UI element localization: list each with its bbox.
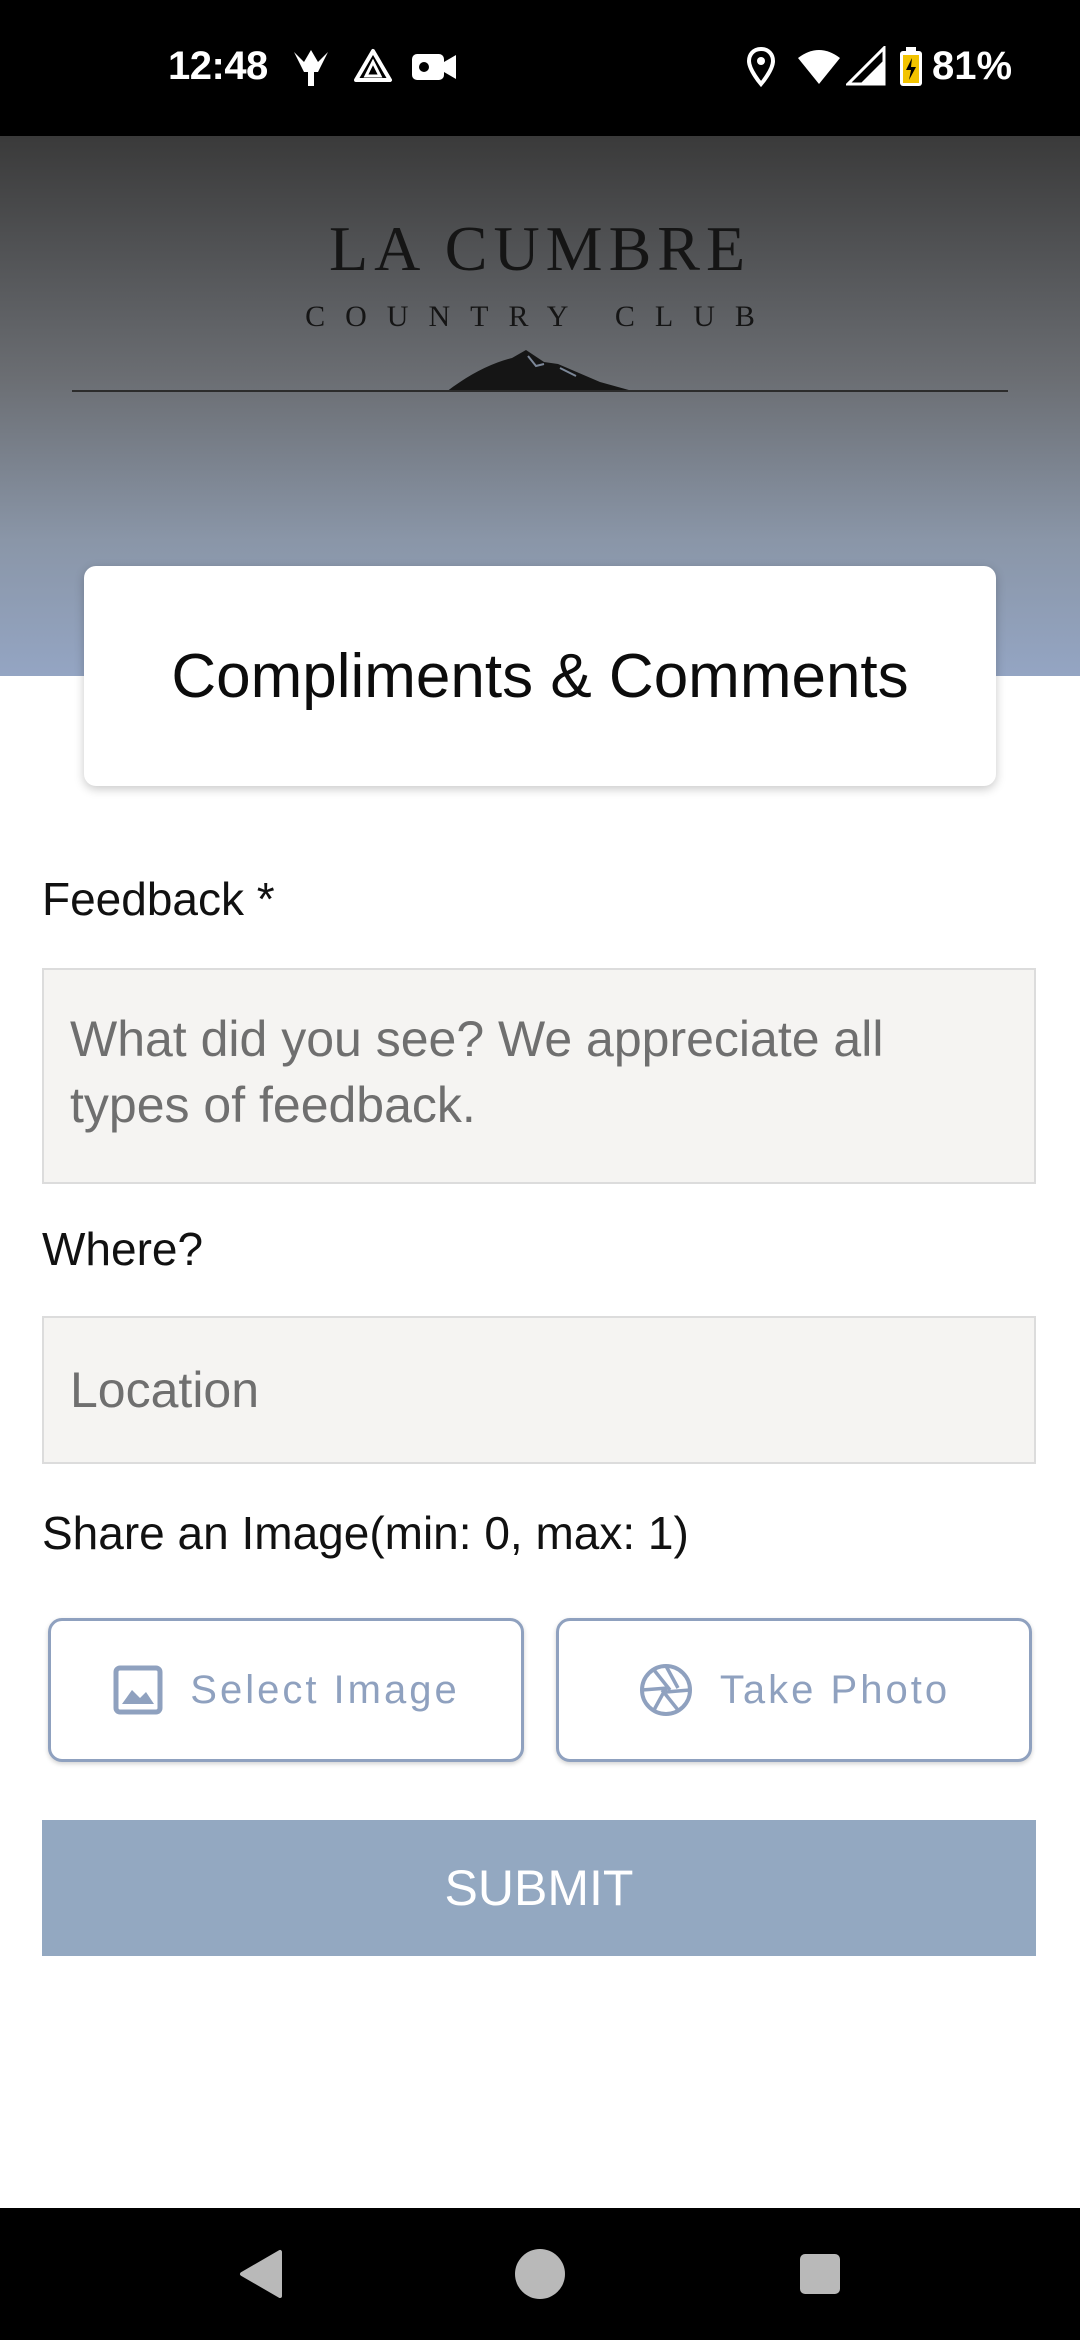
home-button[interactable] <box>500 2208 580 2340</box>
recents-button[interactable] <box>780 2208 860 2340</box>
logo-divider <box>72 390 1008 392</box>
recents-icon <box>800 2254 840 2294</box>
select-image-label: Select Image <box>190 1667 460 1712</box>
where-label: Where? <box>42 1223 204 1275</box>
notification-icon <box>290 46 332 93</box>
title-card: Compliments & Comments <box>84 566 996 786</box>
battery-icon <box>898 46 924 93</box>
video-icon <box>410 46 458 93</box>
take-photo-label: Take Photo <box>719 1667 951 1712</box>
submit-button[interactable]: SUBMIT <box>42 1820 1036 1956</box>
signal-icon <box>844 44 886 93</box>
select-image-button[interactable]: Select Image <box>48 1618 524 1762</box>
status-bar: 12:48 81% <box>0 0 1080 136</box>
back-icon <box>240 2250 282 2298</box>
feedback-label: Feedback * <box>42 873 275 925</box>
location-icon <box>746 46 776 93</box>
mountain-logo-icon <box>446 350 636 392</box>
logo-title: LA CUMBRE <box>328 213 752 284</box>
battery-percentage: 81% <box>932 44 1013 88</box>
back-button[interactable] <box>220 2208 300 2340</box>
wifi-icon <box>796 46 842 93</box>
location-input[interactable] <box>42 1316 1036 1464</box>
page-title: Compliments & Comments <box>171 641 909 711</box>
drive-icon <box>352 46 394 93</box>
share-image-label: Share an Image(min: 0, max: 1) <box>42 1507 689 1559</box>
image-icon <box>113 1665 163 1715</box>
logo-subtitle: COUNTRY CLUB <box>305 300 775 333</box>
home-icon <box>515 2249 565 2299</box>
feedback-input[interactable] <box>42 968 1036 1184</box>
camera-aperture-icon <box>639 1664 692 1716</box>
take-photo-button[interactable]: Take Photo <box>556 1618 1032 1762</box>
system-nav-bar <box>0 2208 1080 2340</box>
status-time: 12:48 <box>168 44 268 88</box>
